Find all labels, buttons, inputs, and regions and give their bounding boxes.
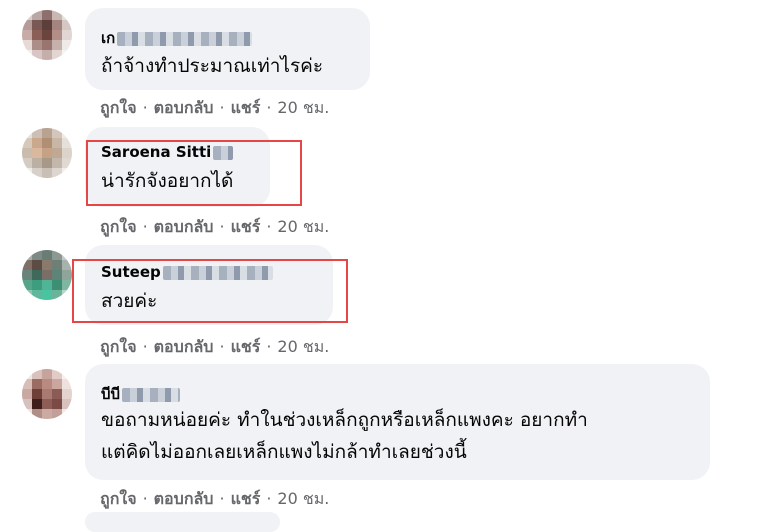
reply-button[interactable]: ตอบกลับ xyxy=(154,489,214,508)
separator-dot: · xyxy=(142,98,148,117)
comment-bubble xyxy=(85,512,280,532)
share-button[interactable]: แชร์ xyxy=(231,217,261,236)
separator-dot: · xyxy=(142,337,148,356)
avatar[interactable] xyxy=(22,128,72,178)
avatar[interactable] xyxy=(22,10,72,60)
redacted-name xyxy=(213,145,234,160)
comment-actions: ถูกใจ · ตอบกลับ · แชร์ · 20 ชม. xyxy=(100,96,329,121)
separator-dot: · xyxy=(219,489,225,508)
comment-timestamp[interactable]: 20 ชม. xyxy=(277,337,329,356)
avatar[interactable] xyxy=(22,369,72,419)
comment-text: ขอถามหน่อยค่ะ ทำในช่วงเหล็กถูกหรือเหล็กแ… xyxy=(101,409,588,431)
comment-text: น่ารักจังอยากได้ xyxy=(101,170,234,192)
comment-actions: ถูกใจ · ตอบกลับ · แชร์ · 20 ชม. xyxy=(100,215,329,240)
reply-button[interactable]: ตอบกลับ xyxy=(154,217,214,236)
separator-dot: · xyxy=(266,217,272,236)
reply-button[interactable]: ตอบกลับ xyxy=(154,337,214,356)
like-button[interactable]: ถูกใจ xyxy=(100,217,137,236)
like-button[interactable]: ถูกใจ xyxy=(100,489,137,508)
redacted-name xyxy=(117,31,253,46)
redacted-name xyxy=(162,265,273,280)
comment-author[interactable]: เก xyxy=(101,26,253,50)
separator-dot: · xyxy=(142,489,148,508)
reply-button[interactable]: ตอบกลับ xyxy=(154,98,214,117)
comment-author[interactable]: Saroena Sitti xyxy=(101,143,234,161)
redacted-name xyxy=(122,387,181,402)
comment-bubble: บีบี ขอถามหน่อยค่ะ ทำในช่วงเหล็กถูกหรือเ… xyxy=(85,364,710,480)
separator-dot: · xyxy=(219,337,225,356)
comment-timestamp[interactable]: 20 ชม. xyxy=(277,489,329,508)
separator-dot: · xyxy=(219,217,225,236)
comment-author[interactable]: Suteep xyxy=(101,263,273,281)
comment-timestamp[interactable]: 20 ชม. xyxy=(277,98,329,117)
like-button[interactable]: ถูกใจ xyxy=(100,98,137,117)
share-button[interactable]: แชร์ xyxy=(231,337,261,356)
comment-bubble: Saroena Sitti น่ารักจังอยากได้ xyxy=(85,127,270,207)
separator-dot: · xyxy=(266,489,272,508)
separator-dot: · xyxy=(266,98,272,117)
comment-actions: ถูกใจ · ตอบกลับ · แชร์ · 20 ชม. xyxy=(100,335,329,360)
share-button[interactable]: แชร์ xyxy=(231,489,261,508)
comment-bubble: Suteep สวยค่ะ xyxy=(85,245,333,325)
like-button[interactable]: ถูกใจ xyxy=(100,337,137,356)
share-button[interactable]: แชร์ xyxy=(231,98,261,117)
comment-text: ถ้าจ้างทำประมาณเท่าไรค่ะ xyxy=(101,55,324,77)
comment-actions: ถูกใจ · ตอบกลับ · แชร์ · 20 ชม. xyxy=(100,487,329,512)
comment-text: สวยค่ะ xyxy=(101,290,158,312)
separator-dot: · xyxy=(266,337,272,356)
separator-dot: · xyxy=(219,98,225,117)
comment-author[interactable]: บีบี xyxy=(101,382,181,406)
comment-timestamp[interactable]: 20 ชม. xyxy=(277,217,329,236)
avatar[interactable] xyxy=(22,250,72,300)
comment-text: แต่คิดไม่ออกเลยเหล็กแพงไม่กล้าทำเลยช่วงน… xyxy=(101,441,467,463)
comment-bubble: เก ถ้าจ้างทำประมาณเท่าไรค่ะ xyxy=(85,8,370,90)
separator-dot: · xyxy=(142,217,148,236)
